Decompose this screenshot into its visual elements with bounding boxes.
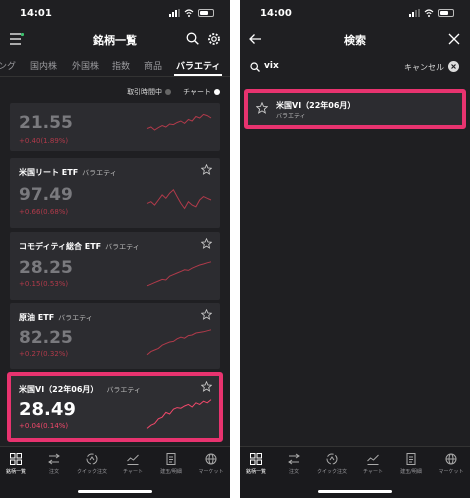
gear-icon[interactable] (207, 32, 221, 46)
stock-price: 21.55 (19, 113, 73, 133)
tab-partial[interactable]: ング (0, 59, 16, 72)
swap-arrows-icon (48, 453, 60, 465)
nav-positions[interactable]: 建玉/明細 (389, 453, 433, 475)
tab-domestic[interactable]: 国内株 (30, 59, 57, 72)
stock-change: +0.40(1.89%) (19, 137, 69, 145)
top-nav: 検索 (240, 28, 470, 50)
stock-name: コモディティ総合 ETF バラエティ (19, 242, 140, 251)
stock-card[interactable]: 原油 ETF バラエティ 82.25 +0.27(0.32%) (10, 303, 220, 369)
search-icon (250, 62, 260, 72)
document-icon (166, 453, 176, 465)
nav-quick-order[interactable]: クイック注文 (310, 453, 354, 475)
search-icon[interactable] (186, 32, 199, 45)
swap-arrows-icon (288, 453, 300, 465)
search-screen: 14:00 検索 vix キャンセル 米国VI（22年06月） バラエティ 銘柄… (240, 0, 470, 498)
chart-line-icon (367, 454, 379, 465)
wifi-icon (424, 9, 434, 17)
highlight-frame (7, 372, 223, 442)
battery-icon (198, 9, 214, 17)
sparkline (146, 189, 212, 210)
tab-foreign[interactable]: 外国株 (72, 59, 99, 72)
nav-quick-order[interactable]: クイック注文 (70, 453, 114, 475)
star-icon[interactable] (201, 164, 212, 175)
stock-price: 28.25 (19, 258, 73, 278)
home-indicator (78, 490, 152, 493)
tab-variety[interactable]: バラエティ (176, 59, 220, 72)
quick-order-icon (326, 453, 338, 465)
wifi-icon (184, 9, 194, 17)
stock-change: +0.27(0.32%) (19, 350, 69, 358)
sparkline (146, 113, 212, 131)
grid-icon (10, 453, 22, 465)
stock-card[interactable]: コモディティ総合 ETF バラエティ 28.25 +0.15(0.53%) (10, 232, 220, 300)
chart-line-icon (127, 454, 139, 465)
stock-price: 82.25 (19, 328, 73, 348)
document-icon (406, 453, 416, 465)
stock-price: 97.49 (19, 185, 73, 205)
status-bar: 14:00 (240, 0, 470, 26)
star-icon[interactable] (201, 238, 212, 249)
search-bar: vix キャンセル (240, 58, 470, 76)
sparkline (146, 261, 212, 287)
view-toggles: 取引時間中 チャート (127, 87, 220, 97)
tabs-divider (0, 76, 230, 77)
bottom-nav: 銘柄一覧 注文 クイック注文 チャート 建玉/明細 マーケット (240, 446, 470, 498)
status-time: 14:00 (260, 8, 292, 19)
cancel-button[interactable]: キャンセル (404, 62, 444, 73)
trading-hours-label: 取引時間中 (127, 88, 163, 96)
status-time: 14:01 (20, 8, 52, 19)
grid-icon (250, 453, 262, 465)
nav-positions[interactable]: 建玉/明細 (149, 453, 193, 475)
chart-label: チャート (183, 88, 211, 96)
home-indicator (318, 490, 392, 493)
globe-icon (445, 453, 457, 465)
bottom-nav: 銘柄一覧 注文 クイック注文 チャート 建玉/明細 マーケット (0, 446, 230, 498)
stock-name: 米国リート ETF バラエティ (19, 168, 117, 177)
globe-icon (205, 453, 217, 465)
page-title: 検索 (344, 34, 366, 47)
nav-market[interactable]: マーケット (189, 453, 230, 475)
search-input[interactable]: vix (264, 61, 279, 71)
stock-change: +0.15(0.53%) (19, 280, 69, 288)
close-icon[interactable] (448, 33, 460, 45)
chart-toggle[interactable] (214, 89, 220, 95)
stock-list-screen: 14:01 銘柄一覧 ング 国内株 外国株 指数 商品 バラエティ 取引時間中 … (0, 0, 230, 498)
star-icon[interactable] (201, 309, 212, 320)
top-nav: 銘柄一覧 (0, 28, 230, 50)
stock-card[interactable]: 米国リート ETF バラエティ 97.49 +0.66(0.68%) (10, 158, 220, 228)
trading-hours-toggle[interactable] (165, 89, 172, 95)
tab-commodity[interactable]: 商品 (144, 59, 162, 72)
nav-market[interactable]: マーケット (429, 453, 470, 475)
clear-icon[interactable] (448, 61, 459, 72)
stock-card[interactable]: 21.55 +0.40(1.89%) (10, 103, 220, 151)
highlight-frame (244, 89, 466, 129)
battery-icon (438, 9, 454, 17)
stock-change: +0.66(0.68%) (19, 208, 69, 216)
category-tabs: ング 国内株 外国株 指数 商品 バラエティ (0, 56, 230, 76)
signal-icon (169, 9, 180, 17)
tab-index[interactable]: 指数 (112, 59, 130, 72)
stock-name: 原油 ETF バラエティ (19, 313, 93, 322)
status-bar: 14:01 (0, 0, 230, 26)
sparkline (146, 329, 212, 356)
quick-order-icon (86, 453, 98, 465)
signal-icon (409, 9, 420, 17)
